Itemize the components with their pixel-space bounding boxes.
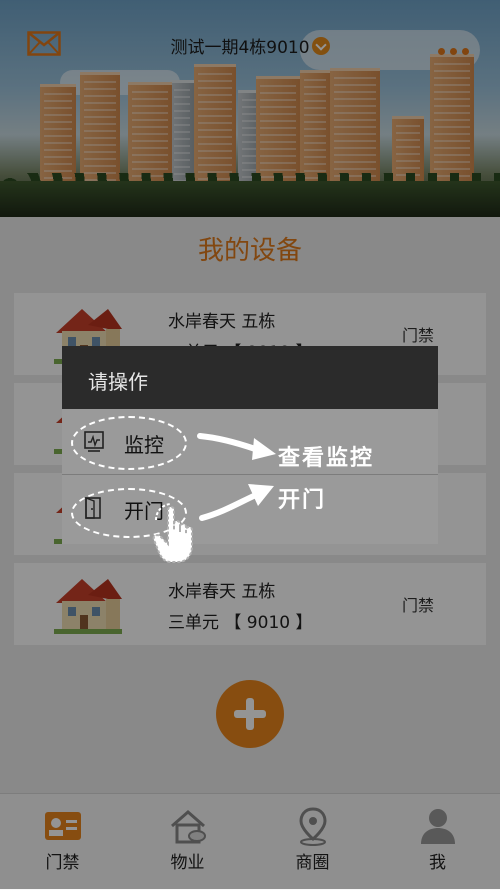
arrow-annotation: [197, 433, 276, 460]
dialog-header: 请操作: [62, 346, 438, 409]
highlight-circle: [71, 416, 187, 470]
monitor-hint-text: 查看监控: [278, 445, 375, 471]
door-hint-text: 开门: [278, 487, 327, 513]
hand-pointer-icon: [152, 503, 193, 563]
dialog-title: 请操作: [88, 370, 148, 394]
